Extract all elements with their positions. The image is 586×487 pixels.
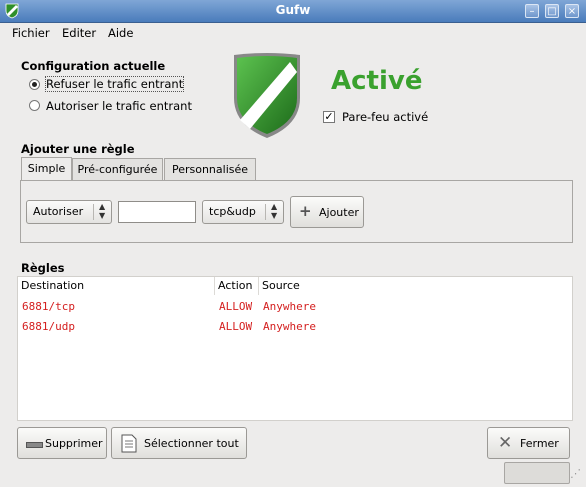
rules-heading: Règles (21, 261, 65, 275)
protocol-select-value: tcp&udp (209, 205, 256, 218)
window-title: Gufw (275, 3, 311, 17)
action-select[interactable]: Autoriser ▲ ▼ (26, 200, 112, 224)
window-titlebar[interactable]: Gufw – □ × (0, 0, 586, 23)
firewall-enabled-checkbox[interactable]: ✓ (323, 111, 335, 123)
select-all-button[interactable]: Sélectionner tout (111, 427, 247, 459)
column-destination[interactable]: Destination (18, 277, 215, 295)
firewall-shield-icon (234, 53, 300, 138)
action-select-value: Autoriser (33, 205, 84, 218)
firewall-enabled-label[interactable]: Pare-feu activé (342, 110, 428, 124)
rule-action: ALLOW (219, 300, 253, 313)
firewall-status-text: Activé (331, 66, 423, 96)
tab-simple[interactable]: Simple (21, 157, 72, 181)
rule-destination: 6881/tcp (22, 300, 75, 313)
close-icon: × (567, 6, 577, 17)
close-button-label: Fermer (520, 437, 559, 450)
statusbar-progress (504, 462, 570, 484)
column-action[interactable]: Action (215, 277, 259, 295)
statusbar: ⋰ (0, 459, 586, 487)
document-icon (121, 434, 137, 453)
radio-allow-label[interactable]: Autoriser le trafic entrant (46, 99, 192, 113)
select-arrows-icon: ▲ ▼ (271, 202, 278, 220)
add-rule-button-label: Ajouter (319, 206, 359, 219)
radio-deny-incoming[interactable] (29, 79, 40, 90)
rule-source: Anywhere (263, 320, 316, 333)
close-window-button[interactable]: × (565, 4, 579, 18)
minus-icon (26, 442, 43, 448)
radio-deny-label[interactable]: Refuser le trafic entrant (44, 76, 185, 92)
maximize-icon: □ (547, 6, 557, 17)
menu-fichier[interactable]: Fichier (12, 26, 50, 40)
add-rule-button[interactable]: + Ajouter (290, 196, 364, 228)
protocol-select[interactable]: tcp&udp ▲ ▼ (202, 200, 284, 224)
resize-grip-icon[interactable]: ⋰ (570, 467, 581, 480)
close-button[interactable]: ✕ Fermer (487, 427, 570, 459)
rule-action: ALLOW (219, 320, 253, 333)
rules-table[interactable]: Destination Action Source 6881/tcp ALLOW… (17, 276, 573, 421)
rule-source: Anywhere (263, 300, 316, 313)
minimize-button[interactable]: – (525, 4, 539, 18)
rule-destination: 6881/udp (22, 320, 75, 333)
select-all-button-label: Sélectionner tout (144, 437, 239, 450)
select-arrows-icon: ▲ ▼ (99, 202, 106, 220)
column-source[interactable]: Source (259, 277, 572, 295)
add-rule-heading: Ajouter une règle (21, 142, 135, 156)
radio-allow-incoming[interactable] (29, 100, 40, 111)
delete-button-label: Supprimer (45, 437, 103, 450)
delete-button[interactable]: Supprimer (17, 427, 107, 459)
menu-editer[interactable]: Editer (62, 26, 96, 40)
port-input[interactable] (118, 201, 196, 223)
maximize-button[interactable]: □ (545, 4, 559, 18)
menu-aide[interactable]: Aide (108, 26, 133, 40)
minimize-icon: – (529, 6, 535, 17)
config-heading: Configuration actuelle (21, 59, 166, 73)
tab-preconfigured[interactable]: Pré-configurée (72, 158, 163, 180)
plus-icon: + (299, 202, 312, 220)
table-row[interactable]: 6881/tcp ALLOW Anywhere (18, 297, 572, 317)
close-x-icon: ✕ (498, 433, 513, 453)
tab-custom[interactable]: Personnalisée (164, 158, 256, 180)
menubar: Fichier Editer Aide (0, 23, 586, 43)
table-row[interactable]: 6881/udp ALLOW Anywhere (18, 317, 572, 337)
